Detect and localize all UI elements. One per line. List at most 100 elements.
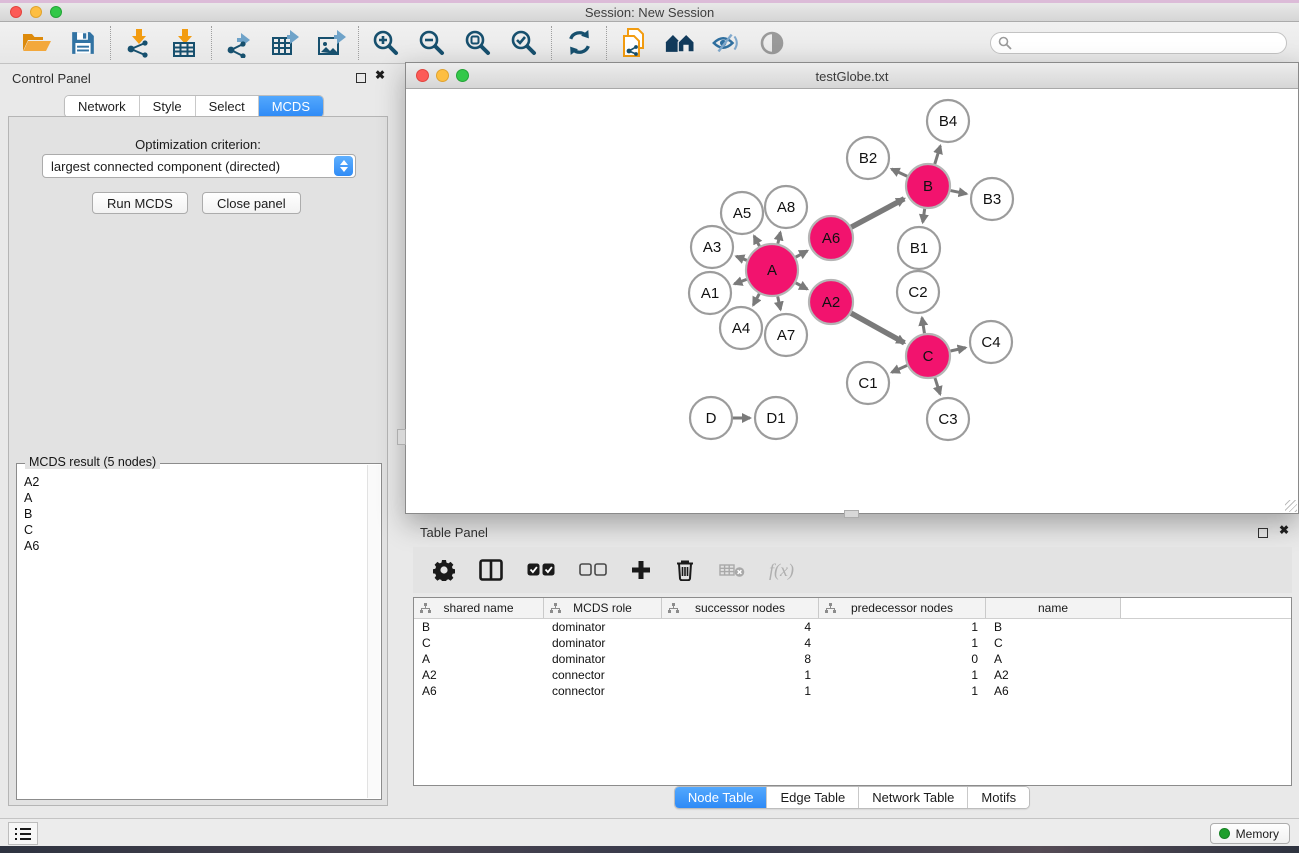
criterion-dropdown[interactable]: largest connected component (directed) (42, 154, 356, 178)
table-cell[interactable]: 1 (819, 636, 986, 650)
result-item[interactable]: A (19, 490, 365, 506)
table-cell[interactable]: 1 (662, 668, 819, 682)
node-A4[interactable]: A4 (720, 307, 762, 349)
table-cell[interactable]: A2 (986, 668, 1121, 682)
result-item[interactable]: C (19, 522, 365, 538)
table-cell[interactable]: connector (544, 684, 662, 698)
edge-B-B3[interactable] (951, 191, 967, 194)
edge-A-A1[interactable] (734, 279, 746, 284)
node-D1[interactable]: D1 (755, 397, 797, 439)
table-cell[interactable]: dominator (544, 636, 662, 650)
column-header-successor-nodes[interactable]: successor nodes (662, 598, 819, 618)
close-panel-icon[interactable]: ✖ (375, 68, 385, 82)
table-cell[interactable]: dominator (544, 652, 662, 666)
edge-A-A4[interactable] (753, 294, 759, 305)
select-all-checkboxes-icon[interactable] (527, 563, 555, 577)
export-table-icon[interactable] (270, 28, 300, 58)
table-cell[interactable]: A (414, 652, 544, 666)
edge-A-A5[interactable] (754, 236, 759, 246)
zoom-fit-icon[interactable] (463, 28, 493, 58)
edge-B-B2[interactable] (892, 169, 908, 176)
column-header-predecessor-nodes[interactable]: predecessor nodes (819, 598, 986, 618)
tab-select[interactable]: Select (196, 96, 259, 117)
table-cell[interactable]: C (986, 636, 1121, 650)
tab-node-table[interactable]: Node Table (675, 787, 768, 808)
zoom-selected-icon[interactable] (509, 28, 539, 58)
node-B1[interactable]: B1 (898, 227, 940, 269)
table-row[interactable]: A6connector11A6 (414, 683, 1291, 699)
network-canvas[interactable]: AA1A2A3A4A5A6A7A8BB1B2B3B4CC1C2C3C4DD1 (406, 89, 1298, 513)
float-table-panel-icon[interactable] (1258, 528, 1268, 538)
edge-C-C4[interactable] (950, 348, 965, 351)
memory-button[interactable]: Memory (1210, 823, 1290, 844)
tab-edge-table[interactable]: Edge Table (767, 787, 859, 808)
edge-A6-B[interactable] (851, 199, 904, 227)
table-cell[interactable]: 4 (662, 636, 819, 650)
node-A6[interactable]: A6 (809, 216, 853, 260)
node-B3[interactable]: B3 (971, 178, 1013, 220)
tab-mcds[interactable]: MCDS (259, 96, 323, 117)
edge-A-A8[interactable] (778, 232, 781, 243)
table-row[interactable]: Bdominator41B (414, 619, 1291, 635)
float-panel-icon[interactable] (356, 73, 366, 83)
table-cell[interactable]: A (986, 652, 1121, 666)
node-C2[interactable]: C2 (897, 271, 939, 313)
table-cell[interactable]: B (986, 620, 1121, 634)
table-cell[interactable]: dominator (544, 620, 662, 634)
close-table-panel-icon[interactable]: ✖ (1279, 523, 1289, 537)
import-table-icon[interactable] (169, 28, 199, 58)
export-network-icon[interactable] (224, 28, 254, 58)
settings-gear-icon[interactable] (433, 559, 455, 581)
node-A5[interactable]: A5 (721, 192, 763, 234)
home-icon[interactable] (665, 28, 695, 58)
table-cell[interactable]: A2 (414, 668, 544, 682)
node-B2[interactable]: B2 (847, 137, 889, 179)
table-cell[interactable]: connector (544, 668, 662, 682)
edge-A-A2[interactable] (796, 283, 808, 289)
show-graphics-details-icon[interactable] (757, 28, 787, 58)
result-item[interactable]: A6 (19, 538, 365, 554)
table-cell[interactable]: A6 (414, 684, 544, 698)
node-A7[interactable]: A7 (765, 314, 807, 356)
node-C[interactable]: C (906, 334, 950, 378)
refresh-icon[interactable] (564, 28, 594, 58)
edge-B-B4[interactable] (935, 146, 941, 164)
task-history-button[interactable] (8, 822, 38, 845)
clear-all-checkboxes-icon[interactable] (579, 563, 607, 577)
node-A3[interactable]: A3 (691, 226, 733, 268)
table-row[interactable]: Adominator80A (414, 651, 1291, 667)
node-C4[interactable]: C4 (970, 321, 1012, 363)
edge-A-A6[interactable] (796, 251, 808, 257)
column-header-MCDS-role[interactable]: MCDS role (544, 598, 662, 618)
search-input[interactable] (990, 32, 1287, 54)
vertical-splitter-handle[interactable] (397, 429, 406, 445)
add-column-icon[interactable] (631, 560, 651, 580)
table-cell[interactable]: 1 (662, 684, 819, 698)
close-panel-button[interactable]: Close panel (202, 192, 301, 214)
tab-network-table[interactable]: Network Table (859, 787, 968, 808)
result-item[interactable]: A2 (19, 474, 365, 490)
show-column-icon[interactable] (479, 559, 503, 581)
table-cell[interactable]: 8 (662, 652, 819, 666)
table-cell[interactable]: B (414, 620, 544, 634)
horizontal-splitter-handle[interactable] (844, 510, 859, 518)
zoom-in-icon[interactable] (371, 28, 401, 58)
hide-graphics-details-icon[interactable] (711, 28, 741, 58)
column-header-name[interactable]: name (986, 598, 1121, 618)
edge-A-A7[interactable] (778, 296, 781, 309)
table-cell[interactable]: A6 (986, 684, 1121, 698)
node-C1[interactable]: C1 (847, 362, 889, 404)
tab-network[interactable]: Network (65, 96, 140, 117)
node-A8[interactable]: A8 (765, 186, 807, 228)
export-image-icon[interactable] (316, 28, 346, 58)
result-item[interactable]: B (19, 506, 365, 522)
zoom-out-icon[interactable] (417, 28, 447, 58)
table-cell[interactable]: 1 (819, 620, 986, 634)
table-cell[interactable]: 1 (819, 668, 986, 682)
table-row[interactable]: A2connector11A2 (414, 667, 1291, 683)
tab-motifs[interactable]: Motifs (968, 787, 1029, 808)
table-cell[interactable]: 4 (662, 620, 819, 634)
table-row[interactable]: Cdominator41C (414, 635, 1291, 651)
run-mcds-button[interactable]: Run MCDS (92, 192, 188, 214)
node-B[interactable]: B (906, 164, 950, 208)
